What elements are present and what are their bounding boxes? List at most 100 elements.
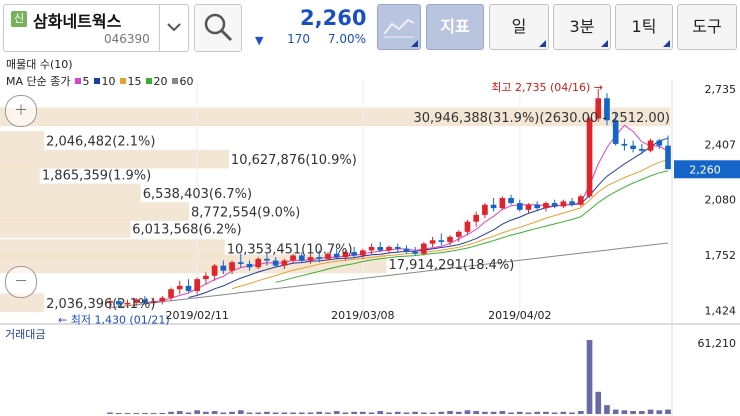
volume-bar <box>290 412 296 414</box>
zoom-out-button[interactable]: － <box>5 266 37 298</box>
volume-profile-bar <box>0 219 131 238</box>
y-tick-label: 1,752 <box>705 249 737 262</box>
ma-color-20 <box>145 78 152 84</box>
volume-profile-label: 6,538,403(6.7%) <box>143 187 252 202</box>
volume-bar <box>368 412 375 414</box>
ma-legend-5: 5 <box>82 75 90 88</box>
volume-bar <box>194 410 201 414</box>
volume-bar <box>438 411 445 414</box>
volume-profile-label: 2,046,482(2.1%) <box>46 135 155 150</box>
candle-body <box>412 252 418 254</box>
volume-bar <box>412 411 418 414</box>
x-tick-label: 2019/04/02 <box>488 309 551 322</box>
volume-bar <box>246 412 253 414</box>
volume-bar <box>255 412 262 414</box>
volume-bar <box>455 411 462 414</box>
candle-body <box>525 204 532 210</box>
x-tick-label: 2019/02/11 <box>165 309 228 322</box>
candle-body <box>577 196 584 205</box>
stock-chart[interactable]: 2019/02/11 2019/03/08 2019/04/02 30,946,388… <box>0 0 740 416</box>
candle-body <box>229 262 235 271</box>
candle-body <box>455 231 462 237</box>
volume-bar <box>560 411 567 414</box>
volume-bar <box>499 411 506 414</box>
volume-bar <box>325 412 331 414</box>
volume-bar <box>333 411 340 414</box>
volume-bar <box>386 412 392 414</box>
candle-body <box>237 262 244 264</box>
volume-bar <box>107 412 113 414</box>
volume-profile-label: 8,772,554(9.0%) <box>191 206 300 221</box>
candle-body <box>447 236 453 242</box>
candle-body <box>255 258 262 268</box>
volume-bar <box>307 412 314 414</box>
volume-profile-bar <box>0 164 40 184</box>
x-tick-label: 2019/03/08 <box>331 309 394 322</box>
volume-bar <box>612 409 619 414</box>
volume-panel-label: 거래대금 <box>5 328 46 341</box>
candle-body <box>185 285 192 291</box>
candle-body <box>421 243 427 254</box>
candle-body <box>281 260 288 266</box>
volume-bar <box>185 412 192 414</box>
candle-body <box>543 203 549 209</box>
volume-profile-label: 2,036,396(2.1%) <box>46 297 155 312</box>
volume-bar <box>403 412 410 414</box>
volume-bar <box>656 410 663 414</box>
volume-profile-label: 6,013,568(6.2%) <box>132 222 241 237</box>
zoom-in-button[interactable]: ＋ <box>5 95 37 127</box>
candle-body <box>639 148 645 151</box>
volume-bar <box>220 412 227 414</box>
volume-max-label: 61,210 <box>698 337 737 350</box>
current-price-label: 2,260 <box>689 163 721 176</box>
candle-body <box>368 247 375 251</box>
volume-bar <box>577 411 584 414</box>
volume-bar <box>473 411 480 414</box>
volume-bar <box>115 413 122 414</box>
candle-body <box>586 118 593 197</box>
volume-bar <box>360 411 366 414</box>
candle-body <box>246 263 253 268</box>
candle-body <box>272 260 279 266</box>
volume-bar <box>595 391 602 414</box>
ma-color-15 <box>119 78 126 84</box>
ma-color-10 <box>93 78 100 84</box>
volume-profile-bar <box>0 202 190 221</box>
volume-bar <box>543 411 549 414</box>
volume-profile-label: 30,946,388(31.9%)(2630.00 - 2512.00) <box>414 111 671 126</box>
volume-bar <box>281 412 288 414</box>
volume-bar <box>133 413 139 414</box>
volume-bar <box>604 405 610 414</box>
candle-body <box>656 140 663 146</box>
candle-body <box>203 275 209 280</box>
candle-body <box>534 204 541 209</box>
volume-bar <box>508 412 514 414</box>
candle-body <box>516 203 523 210</box>
volume-bar <box>272 412 279 414</box>
candle-body <box>194 279 201 291</box>
volume-bar <box>351 411 357 414</box>
volume-bar <box>665 409 671 414</box>
volume-profile-label: 17,914,291(18.4%) <box>388 258 514 273</box>
y-tick-label: 1,424 <box>705 305 737 318</box>
volume-bar <box>525 412 532 414</box>
candle-body <box>621 143 628 146</box>
candle-body <box>168 289 174 298</box>
volume-profile-label: 10,353,451(10.7%) <box>227 243 353 258</box>
zoom-out-icon: － <box>14 274 28 290</box>
candle-body <box>211 265 218 276</box>
ma-legend-15: 15 <box>127 75 142 88</box>
min-price-annotation: ← 최저 1,430 (01/21) <box>58 314 170 327</box>
volume-bar <box>316 411 323 414</box>
candle-body <box>176 285 183 290</box>
volume-bar <box>211 411 218 414</box>
volume-bar <box>639 411 645 414</box>
candle-body <box>438 240 445 242</box>
volume-bar <box>569 412 575 414</box>
volume-bar <box>534 411 541 414</box>
candle-body <box>403 248 410 253</box>
candle-body <box>360 250 366 256</box>
ma-legend-title: MA 단순 종가 <box>6 75 71 88</box>
volume-bar <box>298 412 305 414</box>
volume-bar <box>447 411 453 414</box>
